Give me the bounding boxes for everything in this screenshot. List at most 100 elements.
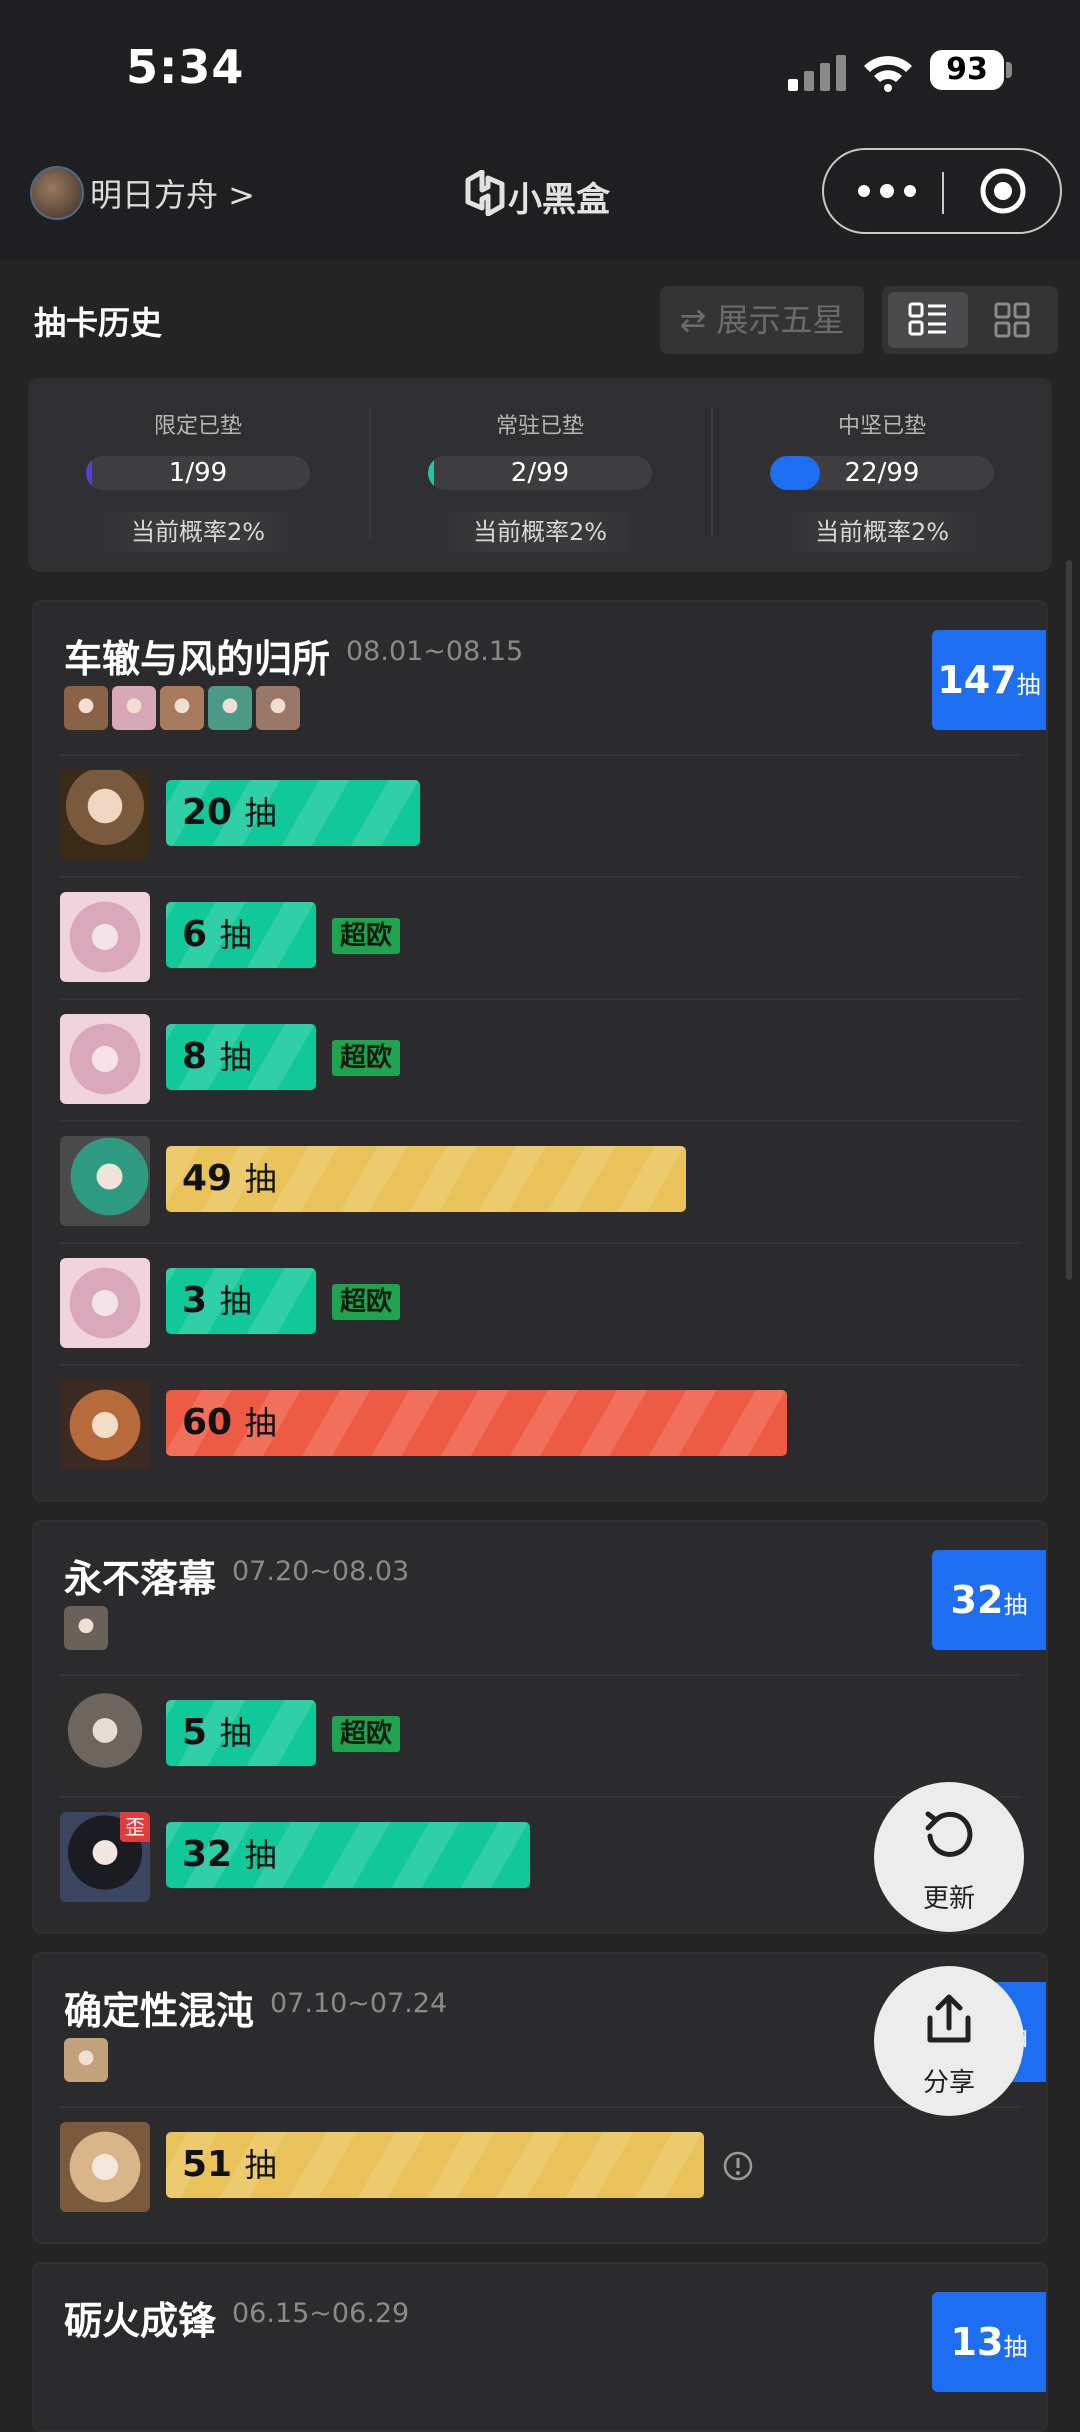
pull-count: 8 抽 [182,1036,252,1077]
pool-date: 07.10~07.24 [270,1988,448,2019]
operator-avatar [60,1136,150,1226]
operator-avatar [60,770,150,860]
lucky-tag: 超欧 [332,1284,401,1320]
mini-program-capsule [822,148,1062,234]
nav-bar: 明日方舟 > 小黑盒 [0,140,1080,260]
show-five-star-button[interactable]: ⇄ 展示五星 [660,286,864,354]
stat-value: 22/99 [844,458,920,488]
pull-row[interactable]: 20 抽 [60,754,1022,878]
stat-progress-bar: 1/99 [86,456,310,490]
operator-avatar [60,1380,150,1470]
stat-rate: 当前概率2% [770,512,994,552]
pull-row[interactable]: 3 抽 超欧 [60,1242,1022,1366]
stat-label: 常驻已垫 [495,414,584,439]
pool-total-unit: 抽 [1016,671,1041,699]
status-time: 5:34 [126,40,245,94]
refresh-label: 更新 [922,1884,975,1914]
pool-date: 08.01~08.15 [346,636,524,667]
pull-row[interactable]: 6 抽 超欧 [60,876,1022,1000]
stat-progress-bar: 2/99 [428,456,652,490]
capsule-divider [942,172,944,214]
grid-view-icon[interactable] [972,292,1052,348]
pull-row[interactable]: 49 抽 [60,1120,1022,1244]
operator-avatar [60,892,150,982]
pull-count-bar: 3 抽 [166,1268,316,1334]
pool-total-badge: 32抽 [932,1550,1046,1650]
info-icon[interactable] [722,2150,754,2182]
pool-date: 07.20~08.03 [232,1556,410,1587]
pull-count-bar: 51 抽 [166,2132,705,2198]
pull-count-bar: 32 抽 [166,1822,530,1888]
pull-row[interactable]: 51 抽 [60,2106,1022,2230]
stat-limited: 限定已垫 1/99 当前概率2% [28,378,368,572]
game-switch-link[interactable]: 明日方舟 > [90,170,255,216]
battery-tip [1006,62,1012,78]
share-icon [927,1994,971,2043]
pool-total-badge: 13抽 [932,2292,1046,2392]
pull-count: 60 抽 [182,1402,277,1443]
pool-total: 13 [950,2320,1004,2364]
pool-title: 永不落幕 [64,1557,217,1601]
operator-avatar [60,1014,150,1104]
pull-count-bar: 6 抽 [166,902,316,968]
operator-thumb [160,686,204,730]
page-title: 抽卡历史 [34,304,163,342]
game-avatar[interactable] [30,166,84,220]
stat-label: 限定已垫 [153,414,242,439]
close-target-icon[interactable] [978,166,1028,216]
stat-label: 中坚已垫 [837,414,926,439]
more-icon[interactable] [856,176,918,206]
off-banner-badge: 歪 [120,1812,150,1842]
pull-count: 3 抽 [182,1280,252,1321]
app-logo-icon [465,170,505,216]
pull-count: 20 抽 [182,792,277,833]
lucky-tag: 超欧 [332,1716,401,1752]
pull-count-bar: 49 抽 [166,1146,686,1212]
list-view-button[interactable] [888,292,968,348]
status-bar: 5:34 93 [0,0,1080,140]
pool-card: 砺火成锋 06.15~06.29 13抽 [32,2262,1048,2432]
operator-avatar [60,2122,150,2212]
lucky-tag: 超欧 [332,1040,401,1076]
pool-date: 06.15~06.29 [232,2298,410,2329]
share-button[interactable]: 分享 [874,1966,1024,2116]
operator-avatar: 歪 [60,1812,150,1902]
stat-rate: 当前概率2% [428,512,652,552]
pool-total: 147 [937,658,1017,702]
pull-count: 5 抽 [182,1712,252,1753]
stat-progress-bar: 22/99 [770,456,994,490]
stat-core: 中坚已垫 22/99 当前概率2% [712,378,1052,572]
stat-rate: 当前概率2% [86,512,310,552]
pool-title: 车辙与风的归所 [64,637,331,681]
pool-total: 32 [950,1578,1004,1622]
scrollbar[interactable] [1066,560,1072,1280]
pull-count-bar: 20 抽 [166,780,420,846]
app-title: 小黑盒 [508,180,610,220]
operator-thumb [112,686,156,730]
pull-row[interactable]: 5 抽 超欧 [60,1674,1022,1798]
list-view-icon [908,302,946,336]
refresh-icon [925,1811,973,1857]
pity-stats-panel: 限定已垫 1/99 当前概率2% 常驻已垫 2/99 当前概率2% 中坚已垫 2… [28,378,1052,572]
pull-count-bar: 8 抽 [166,1024,316,1090]
refresh-button[interactable]: 更新 [874,1782,1024,1932]
operator-thumb [64,2038,108,2082]
stat-value: 2/99 [510,458,570,488]
view-toggle [882,286,1058,354]
pool-operators [64,1606,112,1654]
pull-row[interactable]: 8 抽 超欧 [60,998,1022,1122]
operator-thumb [256,686,300,730]
pool-title: 确定性混沌 [64,1989,255,2033]
pull-count: 51 抽 [182,2144,277,2185]
battery-level: 93 [930,50,1004,90]
pull-count-bar: 60 抽 [166,1390,787,1456]
operator-avatar [60,1690,150,1780]
pool-total-unit: 抽 [1003,1591,1028,1619]
pool-total-unit: 抽 [1003,2333,1028,2361]
stat-value: 1/99 [168,458,228,488]
pull-row[interactable]: 60 抽 [60,1364,1022,1488]
pool-card: 车辙与风的归所 08.01~08.15 147抽 20 抽6 抽超欧 8 抽超欧 49 抽… [32,600,1048,1502]
share-label: 分享 [922,2068,975,2098]
operator-avatar [60,1258,150,1348]
pool-operators [64,686,304,734]
